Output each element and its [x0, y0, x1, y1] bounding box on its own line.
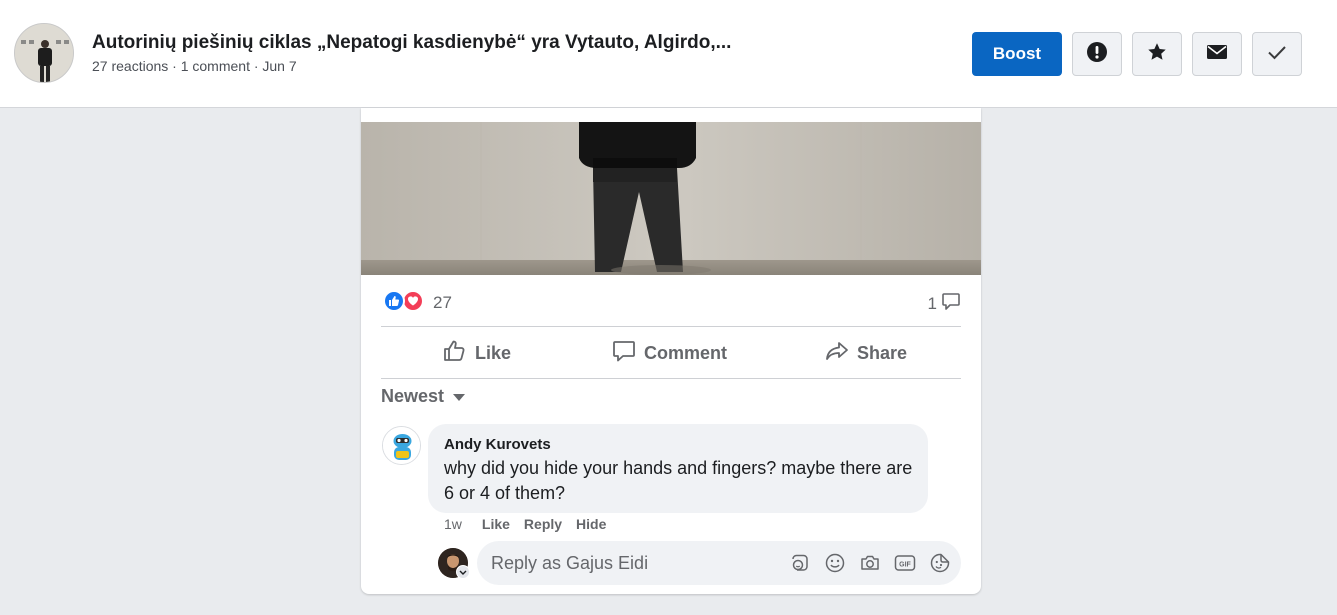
reaction-count[interactable]: 27: [433, 293, 452, 313]
post-meta: 27 reactions · 1 comment · Jun 7: [92, 58, 297, 74]
alert-icon: [1086, 41, 1108, 68]
chevron-down-icon: [459, 563, 467, 581]
comment-sort-dropdown[interactable]: Newest: [381, 386, 466, 407]
comment-timestamp[interactable]: 1w: [444, 516, 462, 532]
alert-button[interactable]: [1072, 32, 1122, 76]
mail-icon: [1206, 43, 1228, 66]
reactions-summary[interactable]: 27 1: [381, 288, 961, 316]
post-title[interactable]: Autorinių piešinių ciklas „Nepatogi kasd…: [92, 32, 772, 54]
reply-toolbar: GIF: [788, 551, 951, 575]
thumbs-up-icon: [443, 339, 467, 368]
reply-input[interactable]: [477, 541, 777, 585]
check-icon: [1267, 44, 1287, 65]
comment-button[interactable]: Comment: [612, 336, 727, 370]
sticker-icon[interactable]: [928, 551, 951, 575]
share-arrow-icon: [825, 339, 849, 368]
divider: [381, 378, 961, 379]
comment-count-value: 1: [927, 293, 937, 313]
like-reaction-icon: [383, 290, 405, 312]
mark-done-button[interactable]: [1252, 32, 1302, 76]
comment-author[interactable]: Andy Kurovets: [444, 436, 551, 453]
current-user-avatar[interactable]: [438, 548, 470, 579]
comment-actions: 1w Like Reply Hide: [444, 516, 620, 532]
like-label: Like: [475, 342, 512, 363]
svg-text:GIF: GIF: [899, 562, 911, 569]
boost-button[interactable]: Boost: [972, 32, 1062, 76]
account-switch-badge[interactable]: [456, 565, 470, 579]
commenter-avatar[interactable]: [382, 426, 421, 465]
comment-bubble: Andy Kurovets why did you hide your hand…: [428, 424, 928, 513]
camera-icon[interactable]: [858, 551, 881, 575]
message-button[interactable]: [1192, 32, 1242, 76]
post-header: Autorinių piešinių ciklas „Nepatogi kasd…: [0, 0, 1337, 108]
comment-reply-link[interactable]: Reply: [524, 516, 562, 532]
star-icon: [1146, 41, 1168, 68]
avatar-sticker-icon[interactable]: [788, 551, 811, 575]
comment-bubble-icon: [941, 291, 961, 316]
sort-label: Newest: [381, 386, 445, 406]
comment-icon: [612, 339, 636, 368]
divider: [381, 326, 961, 327]
reply-composer: GIF: [477, 541, 961, 585]
love-reaction-icon: [402, 290, 424, 312]
comment-label: Comment: [644, 342, 728, 363]
page-avatar[interactable]: [14, 23, 74, 83]
share-label: Share: [857, 342, 908, 363]
comment-like-link[interactable]: Like: [482, 516, 510, 532]
gif-icon[interactable]: GIF: [893, 551, 916, 575]
post-photo[interactable]: [361, 122, 981, 275]
comment-hide-link[interactable]: Hide: [576, 516, 606, 532]
emoji-icon[interactable]: [823, 551, 846, 575]
like-button[interactable]: Like: [443, 336, 511, 370]
post-card: 27 1 Like Comment Share Newest Andy Kuro…: [361, 108, 981, 594]
comment-text: why did you hide your hands and fingers?…: [444, 458, 913, 503]
caret-down-icon: [452, 386, 466, 407]
share-button[interactable]: Share: [825, 336, 907, 370]
comment-count[interactable]: 1: [928, 291, 961, 316]
favorite-button[interactable]: [1132, 32, 1182, 76]
